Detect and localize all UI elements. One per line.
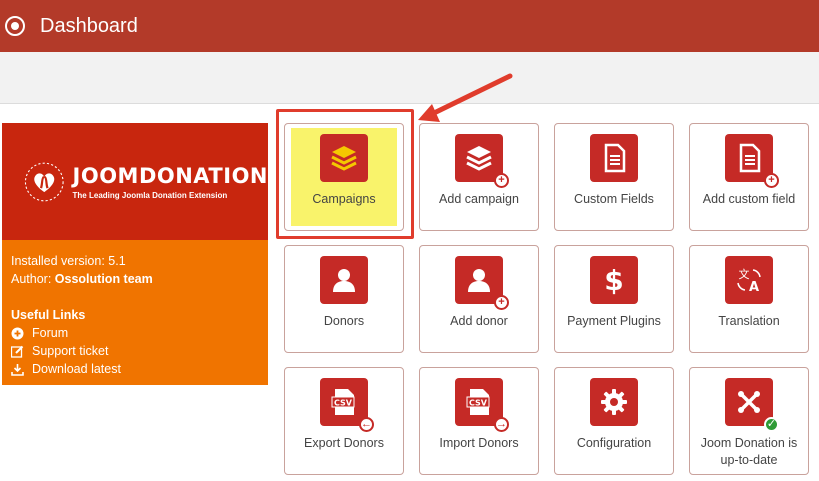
- document-icon: [590, 134, 638, 182]
- tile-label: Donors: [323, 314, 365, 328]
- plus-badge-icon: +: [494, 295, 509, 310]
- gear-icon: [590, 378, 638, 426]
- forum-link[interactable]: Forum: [11, 324, 259, 342]
- installed-version: Installed version: 5.1: [11, 254, 126, 268]
- export-donors-tile[interactable]: CSV ← Export Donors: [284, 367, 404, 475]
- payment-plugins-tile[interactable]: $ Payment Plugins: [554, 245, 674, 353]
- logo-tagline: The Leading Joomla Donation Extension: [72, 190, 228, 200]
- support-ticket-link[interactable]: Support ticket: [11, 342, 259, 360]
- tile-label: Add donor: [450, 314, 508, 328]
- plus-badge-icon: +: [764, 173, 779, 188]
- layers-icon: [320, 134, 368, 182]
- svg-text:$: $: [604, 264, 623, 296]
- info-box: Installed version: 5.1 Author: Ossolutio…: [2, 240, 268, 385]
- svg-text:CSV: CSV: [469, 399, 488, 408]
- sidebar-panel: JOOMDONATION The Leading Joomla Donation…: [2, 123, 268, 385]
- dollar-icon: $: [590, 256, 638, 304]
- svg-text:文: 文: [739, 267, 750, 281]
- dashboard-target-icon: [5, 16, 25, 36]
- custom-fields-tile[interactable]: Custom Fields: [554, 123, 674, 231]
- tile-label: Configuration: [576, 436, 652, 450]
- tile-label: Import Donors: [439, 436, 519, 450]
- import-donors-tile[interactable]: CSV → Import Donors: [419, 367, 539, 475]
- joomla-check-icon: ✓: [725, 378, 779, 432]
- arrow-left-badge-icon: ←: [359, 417, 374, 432]
- csv-import-icon: CSV →: [455, 378, 509, 432]
- tile-label: Translation: [718, 314, 780, 328]
- plus-badge-icon: +: [494, 173, 509, 188]
- csv-export-icon: CSV ←: [320, 378, 374, 432]
- layers-add-icon: +: [455, 134, 509, 188]
- top-header: Dashboard: [0, 0, 819, 52]
- arrow-right-badge-icon: →: [494, 417, 509, 432]
- annotation-arrow-icon: [418, 73, 513, 122]
- useful-links-title: Useful Links: [11, 308, 86, 322]
- add-donor-tile[interactable]: + Add donor: [419, 245, 539, 353]
- tile-label: Payment Plugins: [567, 314, 661, 328]
- svg-text:CSV: CSV: [334, 399, 353, 408]
- translation-tile[interactable]: 文A Translation: [689, 245, 809, 353]
- document-add-icon: +: [725, 134, 779, 188]
- configuration-tile[interactable]: Configuration: [554, 367, 674, 475]
- user-icon: [320, 256, 368, 304]
- download-latest-link[interactable]: Download latest: [11, 360, 259, 378]
- tile-label: Custom Fields: [574, 192, 654, 206]
- author-line: Author: Ossolution team: [11, 272, 153, 286]
- joomdonation-logo: JOOMDONATION The Leading Joomla Donation…: [2, 123, 268, 240]
- download-icon: [11, 363, 24, 376]
- add-custom-field-tile[interactable]: + Add custom field: [689, 123, 809, 231]
- plus-circle-icon: [11, 327, 24, 339]
- tile-label: Add campaign: [439, 192, 519, 206]
- tile-label: Add custom field: [702, 192, 796, 206]
- tile-label: Joom Donation is up-to-date: [700, 436, 798, 467]
- donors-tile[interactable]: Donors: [284, 245, 404, 353]
- page-title: Dashboard: [40, 14, 138, 37]
- edit-icon: [11, 345, 24, 358]
- logo-name: JOOMDONATION: [72, 163, 268, 188]
- ribbon-heart-logo-icon: [24, 162, 64, 201]
- user-add-icon: +: [455, 256, 509, 310]
- add-campaign-tile[interactable]: + Add campaign: [419, 123, 539, 231]
- svg-text:A: A: [749, 280, 759, 295]
- translate-icon: 文A: [725, 256, 773, 304]
- tile-label: Campaigns: [312, 192, 376, 206]
- check-badge-icon: ✓: [764, 417, 779, 432]
- tile-label: Export Donors: [304, 436, 384, 450]
- up-to-date-tile[interactable]: ✓ Joom Donation is up-to-date: [689, 367, 809, 475]
